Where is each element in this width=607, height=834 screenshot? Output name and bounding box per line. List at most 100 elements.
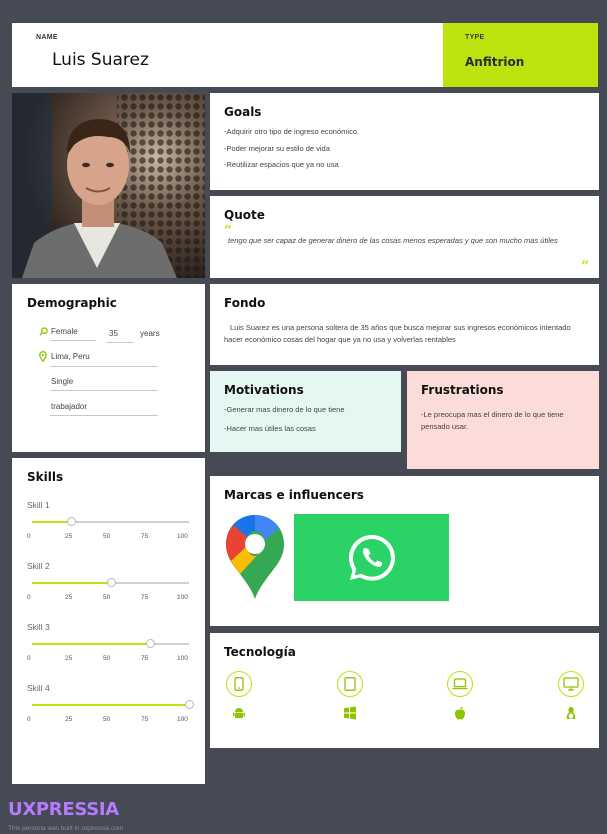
frustrations-card: Frustrations -Le preocupa mas el dinero …: [407, 371, 599, 469]
quote-title: Quote: [224, 208, 265, 222]
tech-col-1: [224, 671, 254, 725]
skill-fill: [32, 521, 72, 523]
skill-scale-label: 100: [177, 655, 188, 662]
uxpressia-logo[interactable]: UXPRESSIA: [8, 799, 119, 820]
skill-fill: [32, 582, 111, 584]
skill-scale-label: 25: [65, 533, 73, 540]
name-label: NAME: [36, 34, 58, 41]
skill-name: Skill 3: [27, 622, 50, 632]
skill-scale-label: 75: [141, 655, 149, 662]
skill-handle[interactable]: [106, 578, 116, 587]
demographic-title: Demographic: [27, 296, 117, 310]
name-card: NAME Luis Suarez: [12, 23, 443, 87]
location-underline: [50, 366, 158, 367]
occupation-value[interactable]: trabajador: [51, 402, 87, 411]
skill-scale-label: 0: [27, 594, 31, 601]
tablet-icon[interactable]: [337, 671, 363, 697]
laptop-icon[interactable]: [447, 671, 473, 697]
skill-slider[interactable]: Skill 1 0 25 50 75 100: [27, 500, 192, 540]
age-value[interactable]: 35: [109, 329, 118, 338]
skill-scale-label: 100: [177, 533, 188, 540]
goal-item: -Poder mejorar su estilo de vida: [224, 143, 330, 153]
skill-scale-label: 75: [141, 594, 149, 601]
skill-scale-label: 50: [103, 655, 111, 662]
goals-card: Goals -Adquirir otro tipo de ingreso eco…: [210, 93, 599, 190]
tech-col-2: [335, 671, 365, 725]
skill-scale-label: 25: [65, 594, 73, 601]
skill-scale-label: 0: [27, 716, 31, 723]
fondo-title: Fondo: [224, 296, 266, 310]
skills-title: Skills: [27, 470, 64, 484]
technology-card: Tecnología: [210, 633, 599, 748]
linux-icon[interactable]: [564, 706, 578, 720]
fondo-text[interactable]: Luis Suarez es una persona soltera de 35…: [224, 322, 585, 346]
status-value[interactable]: Single: [51, 377, 73, 386]
skill-scale-label: 75: [141, 533, 149, 540]
frustration-text[interactable]: -Le preocupa mas el dinero de lo que tie…: [421, 409, 585, 432]
skill-name: Skill 4: [27, 683, 50, 693]
persona-photo[interactable]: [12, 93, 205, 278]
persona-type[interactable]: Anfitrion: [465, 55, 524, 69]
demographic-card: Demographic Female 35 years Lima, Peru S…: [12, 284, 205, 452]
whatsapp-icon: [349, 535, 395, 581]
skill-slider[interactable]: Skill 2 0 25 50 75 100: [27, 561, 192, 601]
tech-col-3: [445, 671, 475, 725]
gender-underline: [50, 340, 96, 341]
skill-handle[interactable]: [185, 700, 194, 709]
google-maps-icon[interactable]: [224, 513, 286, 601]
motivation-item[interactable]: -Hacer mas útiles las cosas: [224, 424, 387, 435]
brands-card: Marcas e influencers: [210, 476, 599, 626]
skill-name: Skill 2: [27, 561, 50, 571]
age-unit: years: [140, 329, 160, 338]
close-quote-icon: ”: [580, 259, 589, 275]
android-icon[interactable]: [232, 706, 246, 720]
motivations-card: Motivations -Generar mas dinero de lo qu…: [210, 371, 401, 452]
skill-scale-label: 50: [103, 716, 111, 723]
skill-handle[interactable]: [145, 639, 155, 648]
quote-text[interactable]: tengo que ser capaz de generar dinero de…: [224, 235, 585, 247]
skill-name: Skill 1: [27, 500, 50, 510]
location-value[interactable]: Lima, Peru: [51, 352, 90, 361]
skill-slider[interactable]: Skill 3 0 25 50 75 100: [27, 622, 192, 662]
persona-name[interactable]: Luis Suarez: [52, 50, 149, 70]
skill-scale-label: 100: [177, 716, 188, 723]
status-underline: [50, 390, 158, 391]
gender-icon: [39, 327, 48, 336]
gender-value[interactable]: Female: [51, 327, 78, 336]
skill-scale-label: 0: [27, 655, 31, 662]
type-label: TYPE: [465, 34, 485, 41]
motivation-item[interactable]: -Generar mas dinero de lo que tiene: [224, 405, 387, 416]
goals-title: Goals: [224, 105, 262, 119]
goal-item: -Reutilizar espacios que ya no usa: [224, 160, 339, 169]
brands-title: Marcas e influencers: [224, 488, 364, 502]
skill-fill: [32, 704, 189, 706]
skill-scale-label: 0: [27, 533, 31, 540]
skill-scale-label: 100: [177, 594, 188, 601]
whatsapp-logo[interactable]: [294, 514, 449, 601]
skill-track[interactable]: [32, 700, 194, 709]
desktop-icon[interactable]: [558, 671, 584, 697]
technology-title: Tecnología: [224, 645, 296, 659]
skill-scale-label: 50: [103, 594, 111, 601]
skill-scale-label: 25: [65, 716, 73, 723]
footer-note: This persona was built in uxpressia.com: [8, 825, 124, 832]
apple-icon[interactable]: [453, 706, 467, 720]
motivations-title: Motivations: [224, 383, 304, 397]
skill-scale-label: 25: [65, 655, 73, 662]
skill-track[interactable]: [32, 578, 189, 587]
fondo-card: Fondo Luis Suarez es una persona soltera…: [210, 284, 599, 365]
skill-scale-label: 50: [103, 533, 111, 540]
persona-portrait-image: [12, 93, 205, 278]
age-underline: [106, 342, 134, 343]
windows-icon[interactable]: [343, 706, 357, 720]
frustrations-title: Frustrations: [421, 383, 504, 397]
occupation-underline: [50, 415, 158, 416]
skill-slider[interactable]: Skill 4 0 25 50 75 100: [27, 683, 194, 723]
skill-handle[interactable]: [67, 517, 77, 526]
goal-item: -Adquirir otro tipo de ingreso económico…: [224, 127, 360, 136]
location-pin-icon: [39, 351, 47, 362]
phone-icon[interactable]: [226, 671, 252, 697]
skill-track[interactable]: [32, 517, 189, 526]
skill-scale-label: 75: [141, 716, 149, 723]
skill-track[interactable]: [32, 639, 189, 648]
